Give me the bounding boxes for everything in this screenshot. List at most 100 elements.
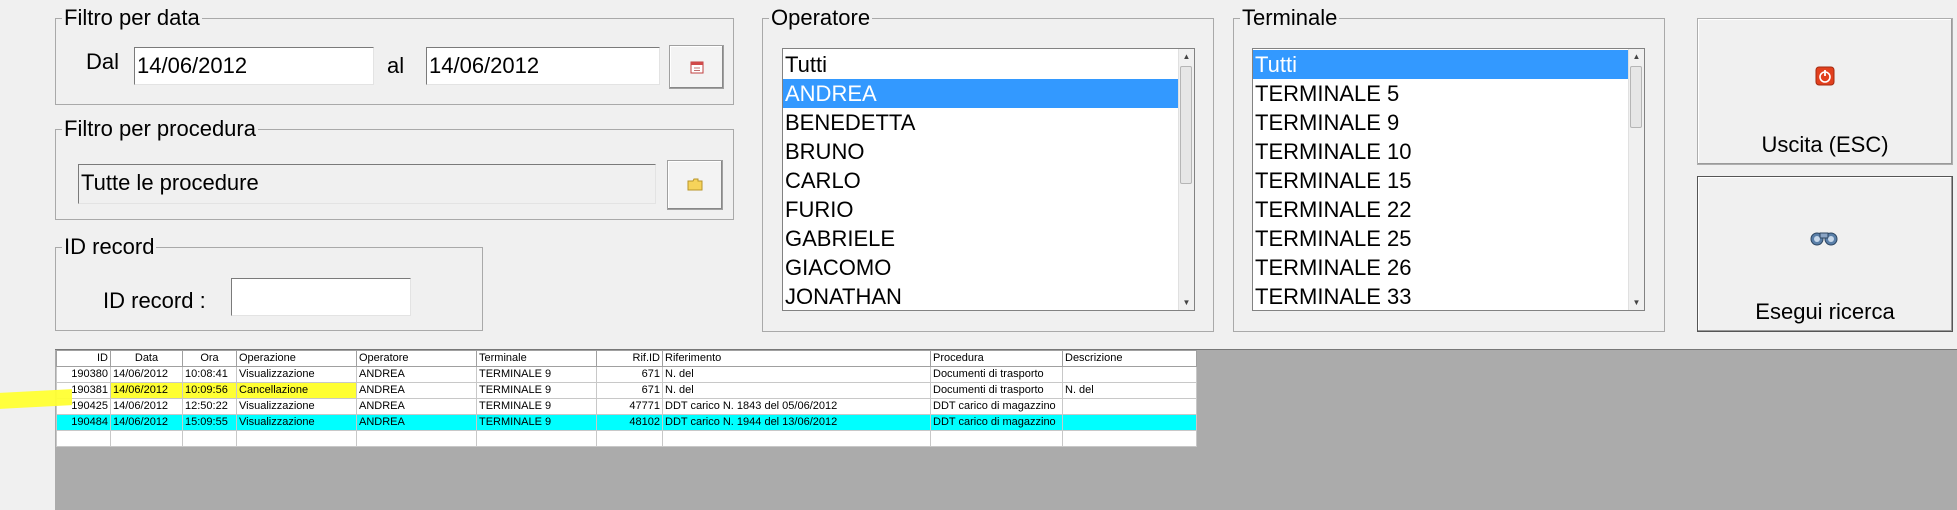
calendar-icon [690,61,704,74]
table-cell: 10:09:56 [182,382,237,399]
date-to-input[interactable]: 14/06/2012 [426,47,660,85]
table-cell: TERMINALE 9 [476,382,597,399]
exit-button-label: Uscita (ESC) [1761,132,1889,157]
procedure-filter-group: Filtro per procedura Tutte le procedure [55,117,734,220]
table-cell [662,430,931,447]
operator-group: Operatore Tutti ANDREA BENEDETTA BRUNO CARLO… [762,6,1214,332]
terminal-listbox[interactable]: Tutti TERMINALE 5 TERMINALE 9 TERMINALE 10 T… [1252,48,1645,311]
grid-column-header[interactable]: Riferimento [662,350,931,367]
grid-column-header[interactable]: Procedura [930,350,1063,367]
table-cell: N. del [1062,382,1197,399]
table-row[interactable]: 190381 14/06/2012 10:09:56 Cancellazione AND… [56,382,1197,399]
grid-column-header[interactable]: Descrizione [1062,350,1197,367]
scroll-thumb[interactable] [1630,66,1642,128]
scroll-thumb[interactable] [1180,66,1192,184]
exit-button[interactable]: Uscita (ESC) [1697,18,1953,165]
table-cell: DDT carico di magazzino [930,398,1063,415]
table-cell [476,430,597,447]
table-cell: Documenti di trasporto [930,382,1063,399]
search-button[interactable]: Esegui ricerca [1697,176,1953,332]
operator-list-item[interactable]: ANDREA [783,79,1194,108]
table-cell [1062,398,1197,415]
operator-list-item[interactable]: BENEDETTA [783,108,1194,137]
terminal-list-item[interactable]: TERMINALE 9 [1253,108,1644,137]
record-id-input[interactable] [231,278,411,316]
table-cell: TERMINALE 9 [476,398,597,415]
calendar-button[interactable] [669,45,724,89]
table-cell: 14/06/2012 [110,366,183,383]
record-filter-title: ID record [62,234,157,259]
table-cell: DDT carico N. 1944 del 13/06/2012 [662,414,931,431]
table-cell: ANDREA [356,382,477,399]
operator-list-item[interactable]: CARLO [783,166,1194,195]
table-cell [1062,366,1197,383]
terminal-list-item[interactable]: Tutti [1253,50,1644,79]
scroll-down-icon[interactable]: ▼ [1629,295,1644,310]
table-cell: Visualizzazione [236,366,357,383]
grid-column-header[interactable]: Terminale [476,350,597,367]
procedure-browse-button[interactable] [667,160,723,210]
grid-column-header[interactable]: ID [56,350,111,367]
terminal-group: Terminale Tutti TERMINALE 5 TERMINALE 9 TER… [1233,6,1665,332]
table-cell: TERMINALE 9 [476,366,597,383]
results-grid[interactable]: ID Data Ora Operazione Operatore Terminale Rif… [56,350,1197,447]
terminal-list-item[interactable]: TERMINALE 26 [1253,253,1644,282]
grid-header-row: ID Data Ora Operazione Operatore Terminale Rif… [56,350,1197,367]
binoculars-icon [1810,232,1838,246]
operator-list-item[interactable]: GABRIELE [783,224,1194,253]
operator-list-item[interactable]: FURIO [783,195,1194,224]
scroll-up-icon[interactable]: ▲ [1179,49,1194,64]
table-cell [56,430,111,447]
operator-scrollbar[interactable]: ▲ ▼ [1178,49,1194,310]
table-cell [930,430,1063,447]
table-cell: Documenti di trasporto [930,366,1063,383]
grid-column-header[interactable]: Operazione [236,350,357,367]
grid-column-header[interactable]: Rif.ID [596,350,663,367]
terminal-list-item[interactable]: TERMINALE 5 [1253,79,1644,108]
terminal-scrollbar[interactable]: ▲ ▼ [1628,49,1644,310]
table-cell: 12:50:22 [182,398,237,415]
table-cell: 671 [596,382,663,399]
table-cell [1062,414,1197,431]
operator-list-item[interactable]: JONATHAN [783,282,1194,310]
operator-list-item[interactable]: Tutti [783,50,1194,79]
table-row[interactable]: 190484 14/06/2012 15:09:55 Visualizzazione A… [56,414,1197,431]
table-row[interactable]: 190425 14/06/2012 12:50:22 Visualizzazione A… [56,398,1197,415]
table-cell: 48102 [596,414,663,431]
table-cell: 14/06/2012 [110,382,183,399]
terminal-title: Terminale [1240,5,1340,30]
grid-column-header[interactable]: Ora [182,350,237,367]
terminal-list-item[interactable]: TERMINALE 15 [1253,166,1644,195]
scroll-down-icon[interactable]: ▼ [1179,295,1194,310]
table-cell: 671 [596,366,663,383]
date-filter-group: Filtro per data Dal 14/06/2012 al 14/06/… [55,6,734,105]
table-cell: Visualizzazione [236,398,357,415]
table-cell: N. del [662,366,931,383]
operator-listbox[interactable]: Tutti ANDREA BENEDETTA BRUNO CARLO FURIO GABRI… [782,48,1195,311]
table-cell: 190380 [56,366,111,383]
table-row-empty[interactable] [56,430,1197,447]
table-cell: ANDREA [356,414,477,431]
table-cell: ANDREA [356,398,477,415]
table-cell: 10:08:41 [182,366,237,383]
table-cell [236,430,357,447]
operator-list-item[interactable]: BRUNO [783,137,1194,166]
terminal-list-item[interactable]: TERMINALE 22 [1253,195,1644,224]
table-cell: Visualizzazione [236,414,357,431]
record-id-label: ID record : [103,288,206,313]
table-cell: DDT carico N. 1843 del 05/06/2012 [662,398,931,415]
table-row[interactable]: 190380 14/06/2012 10:08:41 Visualizzazione A… [56,366,1197,383]
procedure-input[interactable]: Tutte le procedure [78,164,656,204]
table-cell: 14/06/2012 [110,398,183,415]
terminal-list-item[interactable]: TERMINALE 33 [1253,282,1644,310]
grid-column-header[interactable]: Operatore [356,350,477,367]
operator-list-item[interactable]: GIACOMO [783,253,1194,282]
terminal-list-item[interactable]: TERMINALE 10 [1253,137,1644,166]
grid-column-header[interactable]: Data [110,350,183,367]
table-cell [356,430,477,447]
terminal-list-item[interactable]: TERMINALE 25 [1253,224,1644,253]
date-from-input[interactable]: 14/06/2012 [134,47,374,85]
scroll-up-icon[interactable]: ▲ [1629,49,1644,64]
table-cell [1062,430,1197,447]
table-cell [182,430,237,447]
